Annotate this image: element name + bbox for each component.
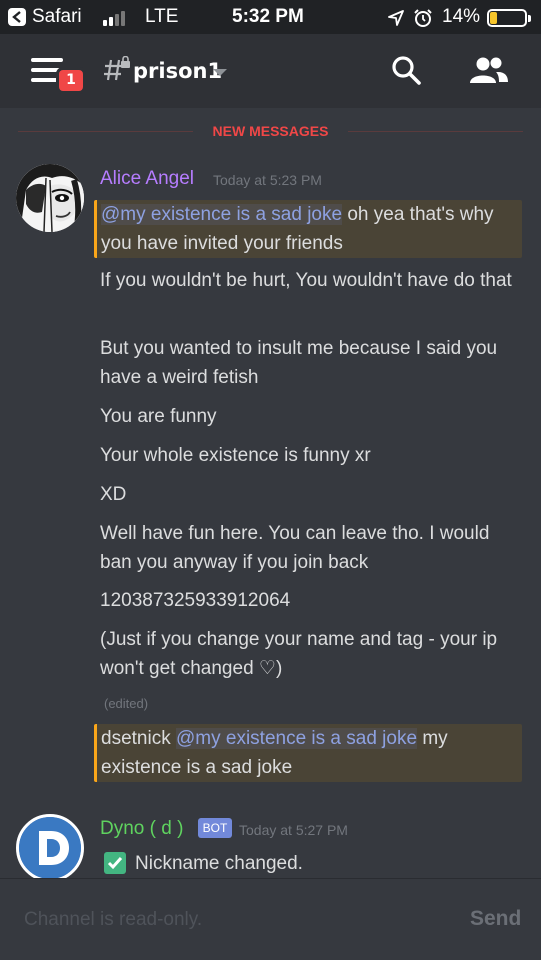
- message-author[interactable]: Dyno ( d ): [100, 818, 183, 840]
- message-timestamp: Today at 5:27 PM: [239, 822, 348, 838]
- checkmark-icon: [104, 852, 126, 874]
- edited-indicator: (edited): [104, 696, 149, 711]
- channel-header: 1 prison1: [0, 34, 541, 108]
- user-mention[interactable]: @my existence is a sad joke: [101, 204, 343, 225]
- message-input[interactable]: Channel is read-only.: [24, 909, 202, 931]
- avatar[interactable]: [16, 164, 84, 232]
- message-text: But you wanted to insult me because I sa…: [100, 338, 498, 388]
- send-button[interactable]: Send: [470, 907, 521, 931]
- status-bar: Safari LTE 5:32 PM 14%: [0, 0, 541, 34]
- message-text: (Just if you change your name and tag - …: [100, 629, 498, 679]
- channel-name[interactable]: prison1: [133, 59, 222, 83]
- message-input-bar: Channel is read-only. Send: [0, 878, 541, 960]
- search-icon[interactable]: [390, 54, 422, 86]
- message-author[interactable]: Alice Angel: [100, 168, 194, 190]
- mention-message: dsetnick @my existence is a sad joke my …: [94, 724, 522, 782]
- back-to-app-icon[interactable]: [8, 8, 26, 26]
- alarm-icon: [414, 9, 432, 27]
- message-text: Well have fun here. You can leave tho. I…: [100, 523, 490, 573]
- battery-percent: 14%: [442, 6, 481, 27]
- clock: 5:32 PM: [232, 6, 304, 27]
- message-text: 120387325933912064: [100, 590, 291, 611]
- message-text: dsetnick: [101, 728, 176, 749]
- message-text: Nickname changed.: [135, 853, 303, 874]
- network-type: LTE: [145, 6, 179, 27]
- battery-icon: [487, 9, 531, 27]
- bot-tag: BOT: [198, 818, 232, 838]
- mention-message: @my existence is a sad joke oh yea that'…: [94, 200, 522, 258]
- notification-badge: 1: [56, 67, 86, 94]
- channel-hash-lock-icon: [104, 56, 130, 81]
- back-app-label[interactable]: Safari: [32, 6, 82, 28]
- message-text: If you wouldn't be hurt, You wouldn't ha…: [100, 270, 512, 291]
- location-icon: [388, 10, 404, 26]
- new-messages-divider: NEW MESSAGES: [18, 120, 523, 142]
- message-text: You are funny: [100, 406, 217, 427]
- message-text: XD: [100, 484, 127, 505]
- chevron-down-icon[interactable]: [212, 68, 228, 78]
- new-messages-label: NEW MESSAGES: [212, 123, 329, 139]
- bot-avatar[interactable]: [16, 814, 84, 882]
- message-timestamp: Today at 5:23 PM: [213, 172, 322, 188]
- message-text: Your whole existence is funny xr: [100, 445, 371, 466]
- user-mention[interactable]: @my existence is a sad joke: [175, 728, 418, 749]
- members-icon[interactable]: [469, 56, 509, 84]
- signal-strength-icon: [103, 10, 131, 26]
